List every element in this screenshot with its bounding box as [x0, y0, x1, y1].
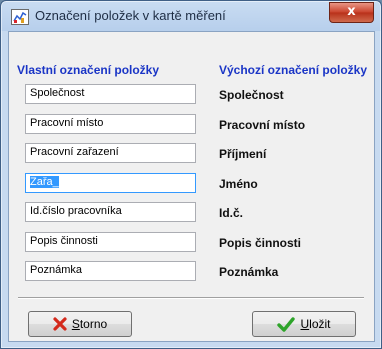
custom-label-header: Vlastní označení položky [17, 63, 160, 77]
cancel-label: Storno [71, 317, 108, 331]
custom-label-input[interactable]: Id.číslo pracovníka [25, 202, 196, 222]
selected-text: Zařa_ [30, 176, 59, 188]
window-title: Označení položek v kartě měření [35, 8, 226, 23]
close-button[interactable]: x [329, 2, 374, 23]
custom-label-input[interactable]: Pracovní zařazení [25, 143, 196, 163]
default-label: Jméno [219, 177, 258, 191]
default-label-header: Výchozí označení položky [219, 63, 368, 77]
checkmark-icon [277, 316, 296, 332]
default-label: Id.č. [219, 206, 244, 220]
custom-label-input[interactable]: Poznámka [25, 261, 196, 281]
title-bar[interactable]: Označení položek v kartě měření x [1, 1, 381, 31]
custom-label-input-active[interactable]: Zařa_ [25, 173, 196, 193]
default-label: Pracovní místo [219, 118, 306, 132]
default-label: Popis činnosti [219, 236, 302, 250]
separator [18, 297, 364, 299]
custom-label-input[interactable]: Popis činnosti [25, 232, 196, 252]
cross-icon [53, 317, 67, 331]
default-label: Poznámka [219, 265, 279, 279]
app-chart-icon [11, 9, 29, 25]
custom-label-input[interactable]: Pracovní místo [25, 114, 196, 134]
dialog-window: Označení položek v kartě měření x Vlastn… [0, 0, 382, 349]
default-label: Příjmení [219, 147, 267, 161]
save-label: Uložit [300, 317, 331, 331]
save-button[interactable]: Uložit [252, 311, 356, 337]
custom-label-input[interactable]: Společnost [25, 84, 196, 104]
default-label: Společnost [219, 88, 284, 102]
cancel-button[interactable]: Storno [28, 311, 132, 337]
dialog-body: Vlastní označení položky Výchozí označen… [8, 31, 375, 342]
